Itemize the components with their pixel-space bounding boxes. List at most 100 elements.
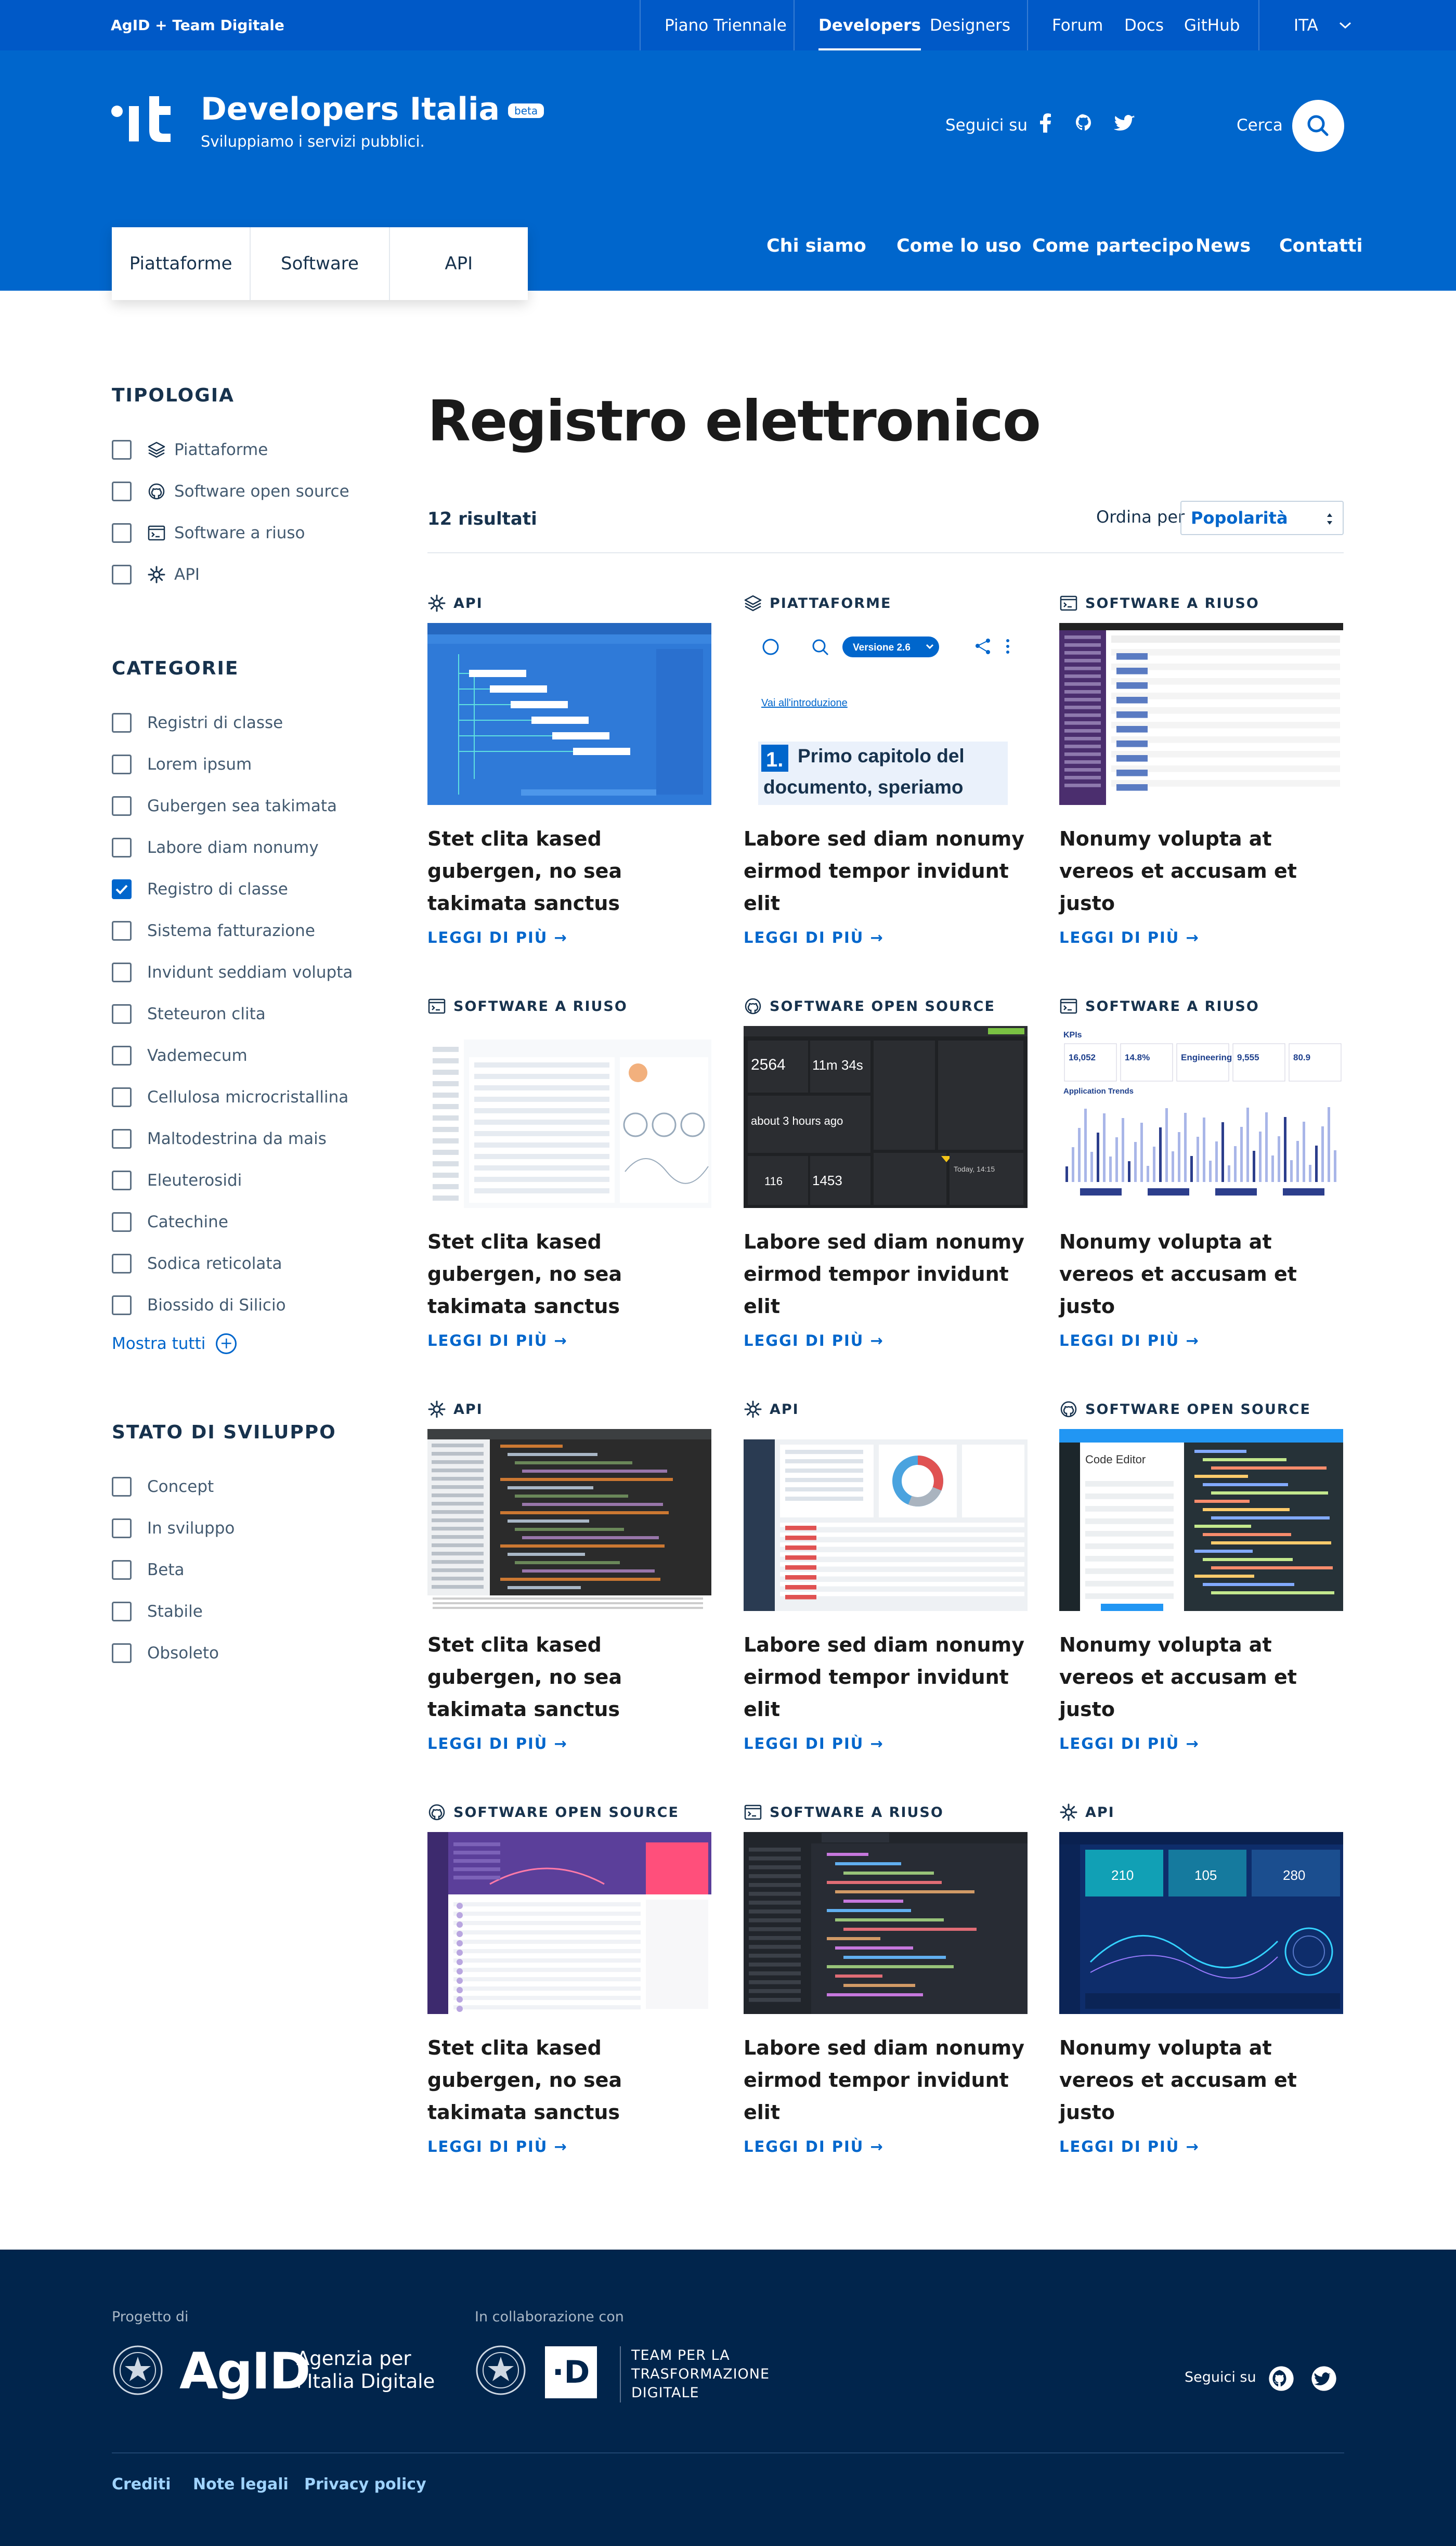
order-select[interactable]: Popolarità: [1180, 501, 1344, 535]
checkbox[interactable]: [112, 963, 132, 982]
card-title[interactable]: Stet clita kased gubergen, no sea takima…: [427, 823, 711, 919]
read-more-link[interactable]: LEGGI DI PIÙ →: [744, 929, 1028, 946]
filter-option[interactable]: Stabile: [112, 1591, 382, 1632]
nav-contatti[interactable]: Contatti: [1279, 236, 1362, 256]
nav-chi-siamo[interactable]: Chi siamo: [766, 236, 866, 256]
topnav-piano-triennale[interactable]: Piano Triennale: [665, 0, 787, 50]
card-title[interactable]: Stet clita kased gubergen, no sea takima…: [427, 1226, 711, 1322]
read-more-link[interactable]: LEGGI DI PIÙ →: [744, 1332, 1028, 1349]
footer-link-crediti[interactable]: Crediti: [112, 2475, 171, 2493]
card-title[interactable]: Labore sed diam nonumy eirmod tempor inv…: [744, 823, 1028, 919]
checkbox[interactable]: [112, 796, 132, 816]
card-title[interactable]: Nonumy volupta at vereos et accusam et j…: [1059, 1629, 1343, 1725]
result-card[interactable]: API 210 105 280 Nonumy volupta at vereos…: [1059, 1802, 1343, 2155]
result-card[interactable]: SOFTWARE OPEN SOURCE Stet clita kased gu…: [427, 1802, 711, 2155]
checkbox[interactable]: [112, 1560, 132, 1580]
twitter-icon[interactable]: [1310, 2365, 1337, 2392]
twitter-icon[interactable]: [1114, 112, 1137, 135]
result-card[interactable]: SOFTWARE OPEN SOURCE Code Editor Nonumy …: [1059, 1399, 1343, 1752]
read-more-link[interactable]: LEGGI DI PIÙ →: [744, 2138, 1028, 2155]
card-thumbnail[interactable]: [427, 623, 711, 805]
card-title[interactable]: Stet clita kased gubergen, no sea takima…: [427, 2032, 711, 2128]
agid-team-link[interactable]: AgID + Team Digitale: [111, 17, 284, 34]
filter-option[interactable]: Software a riuso: [112, 512, 382, 554]
card-title[interactable]: Nonumy volupta at vereos et accusam et j…: [1059, 823, 1343, 919]
checkbox[interactable]: [112, 1518, 132, 1538]
card-thumbnail[interactable]: [427, 1429, 711, 1611]
checkbox[interactable]: [112, 1602, 132, 1621]
card-thumbnail[interactable]: [427, 1026, 711, 1208]
result-card[interactable]: SOFTWARE A RIUSO Stet clita kased guberg…: [427, 996, 711, 1349]
filter-option[interactable]: Cellulosa microcristallina: [112, 1076, 382, 1118]
show-all-link[interactable]: Mostra tutti +: [112, 1333, 382, 1354]
checkbox[interactable]: [112, 755, 132, 774]
tab-software[interactable]: Software: [251, 227, 390, 300]
filter-option[interactable]: Registri di classe: [112, 702, 382, 744]
card-title[interactable]: Nonumy volupta at vereos et accusam et j…: [1059, 2032, 1343, 2128]
result-card[interactable]: SOFTWARE A RIUSO Labore sed diam nonumy …: [744, 1802, 1028, 2155]
checkbox[interactable]: [112, 1129, 132, 1149]
checkbox[interactable]: [112, 921, 132, 941]
filter-option[interactable]: Sodica reticolata: [112, 1243, 382, 1284]
checkbox[interactable]: [112, 1171, 132, 1190]
filter-option[interactable]: Eleuterosidi: [112, 1160, 382, 1201]
checkbox[interactable]: [112, 1477, 132, 1497]
checkbox[interactable]: [112, 1004, 132, 1024]
topnav-github[interactable]: GitHub: [1184, 0, 1240, 50]
checkbox[interactable]: [112, 713, 132, 733]
topnav-forum[interactable]: Forum: [1052, 0, 1103, 50]
card-title[interactable]: Labore sed diam nonumy eirmod tempor inv…: [744, 2032, 1028, 2128]
read-more-link[interactable]: LEGGI DI PIÙ →: [1059, 929, 1343, 946]
topnav-designers[interactable]: Designers: [930, 0, 1010, 50]
checkbox[interactable]: [112, 440, 132, 460]
read-more-link[interactable]: LEGGI DI PIÙ →: [1059, 2138, 1343, 2155]
search-button[interactable]: [1292, 100, 1344, 152]
topnav-developers[interactable]: Developers: [818, 1, 921, 50]
card-title[interactable]: Nonumy volupta at vereos et accusam et j…: [1059, 1226, 1343, 1322]
filter-option[interactable]: Registro di classe: [112, 868, 382, 910]
result-card[interactable]: API Stet clita kased gubergen, no sea ta…: [427, 593, 711, 946]
filter-option[interactable]: Concept: [112, 1466, 382, 1508]
filter-option[interactable]: Piattaforme: [112, 429, 382, 471]
card-thumbnail[interactable]: 210 105 280: [1059, 1832, 1343, 2014]
checkbox[interactable]: [112, 565, 132, 584]
read-more-link[interactable]: LEGGI DI PIÙ →: [427, 1735, 711, 1752]
filter-option[interactable]: Sistema fatturazione: [112, 910, 382, 952]
checkbox-checked[interactable]: [112, 879, 132, 899]
checkbox[interactable]: [112, 838, 132, 858]
checkbox[interactable]: [112, 523, 132, 543]
filter-option[interactable]: Lorem ipsum: [112, 744, 382, 785]
checkbox[interactable]: [112, 1212, 132, 1232]
filter-option[interactable]: Gubergen sea takimata: [112, 785, 382, 827]
result-card[interactable]: API Labore sed diam nonumy eirmod tempor…: [744, 1399, 1028, 1752]
result-card[interactable]: SOFTWARE A RIUSO Nonumy volupta at vereo…: [1059, 593, 1343, 946]
card-title[interactable]: Labore sed diam nonumy eirmod tempor inv…: [744, 1226, 1028, 1322]
nav-come-partecipo[interactable]: Come partecipo: [1032, 236, 1193, 256]
read-more-link[interactable]: LEGGI DI PIÙ →: [1059, 1735, 1343, 1752]
facebook-icon[interactable]: [1035, 112, 1058, 135]
language-select[interactable]: ITA: [1294, 0, 1351, 50]
footer-link-note-legali[interactable]: Note legali: [193, 2475, 289, 2493]
read-more-link[interactable]: LEGGI DI PIÙ →: [427, 2138, 711, 2155]
filter-option[interactable]: Labore diam nonumy: [112, 827, 382, 868]
agid-logo[interactable]: AgID: [179, 2342, 310, 2400]
result-card[interactable]: SOFTWARE A RIUSO KPIs 16,052 14.8% Engineer…: [1059, 996, 1343, 1349]
card-thumbnail[interactable]: [744, 1429, 1028, 1611]
checkbox[interactable]: [112, 1046, 132, 1066]
result-card[interactable]: SOFTWARE OPEN SOURCE 2564 11m 34s about …: [744, 996, 1028, 1349]
read-more-link[interactable]: LEGGI DI PIÙ →: [427, 1332, 711, 1349]
card-thumbnail[interactable]: KPIs 16,052 14.8% Engineering 9,555 80.9 App…: [1059, 1026, 1343, 1208]
filter-option[interactable]: Steteuron clita: [112, 993, 382, 1035]
card-thumbnail[interactable]: [1059, 623, 1343, 805]
github-icon[interactable]: [1268, 2365, 1295, 2392]
tab-api[interactable]: API: [390, 227, 528, 300]
filter-option[interactable]: Invidunt seddiam volupta: [112, 952, 382, 993]
card-thumbnail[interactable]: Code Editor: [1059, 1429, 1343, 1611]
card-title[interactable]: Stet clita kased gubergen, no sea takima…: [427, 1629, 711, 1725]
site-title[interactable]: Developers Italia beta: [201, 91, 544, 127]
team-digitale-logo[interactable]: ·D: [545, 2346, 597, 2398]
nav-news[interactable]: News: [1195, 236, 1251, 256]
checkbox[interactable]: [112, 1295, 132, 1315]
result-card[interactable]: API Stet clita kased gubergen, no sea ta…: [427, 1399, 711, 1752]
filter-option[interactable]: Vademecum: [112, 1035, 382, 1076]
